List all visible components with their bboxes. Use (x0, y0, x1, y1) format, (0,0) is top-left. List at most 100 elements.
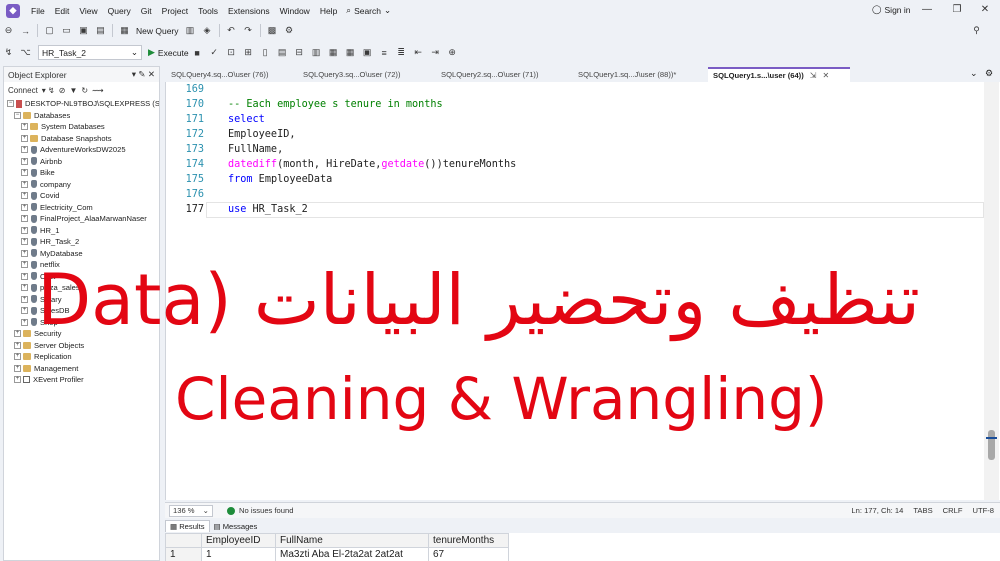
column-header[interactable]: FullName (275, 533, 429, 548)
tab-overflow-icon[interactable]: ⌄ (970, 68, 978, 79)
tab-results[interactable]: ▦ Results (165, 520, 210, 532)
cell-employee-id[interactable]: 1 (201, 547, 276, 561)
tree-server-node[interactable]: − DESKTOP-NL9TBOJ\SQLEXPRESS (SQL (4, 98, 159, 110)
connect-icon[interactable]: ▾ ↯ (42, 86, 55, 95)
expand-icon[interactable]: + (21, 146, 28, 154)
zoom-dropdown[interactable]: 136 % ⌄ (169, 504, 213, 517)
expand-icon[interactable]: + (14, 330, 21, 338)
tab-sqlquery1-modified[interactable]: SQLQuery1.sq...J\user (88))* (578, 67, 708, 82)
pin-icon[interactable]: ⇲ (810, 71, 817, 80)
menu-query[interactable]: Query (103, 6, 136, 16)
search-button[interactable]: ⌕ Search ⌄ (346, 5, 391, 16)
save-all-icon[interactable]: ▤ (94, 24, 107, 37)
minimize-button[interactable]: — (912, 2, 942, 18)
table-row[interactable]: 1 1 Ma3zti Aba El-2ta2at 2at2at 67 (165, 547, 509, 561)
tree-database-node[interactable]: + Electricity_Com (4, 202, 159, 214)
display-plan-icon[interactable]: ⊞ (242, 46, 255, 59)
back-icon[interactable]: ⊖ (2, 24, 15, 37)
results-to-text-icon[interactable]: ▦ (327, 46, 340, 59)
tab-sqlquery2[interactable]: SQLQuery2.sq...O\user (71)) (441, 67, 578, 82)
tree-database-node[interactable]: + FinalProject_AlaaMarwanNaser (4, 213, 159, 225)
tree-folder-node[interactable]: + System Databases (4, 121, 159, 133)
new-file-icon[interactable]: ▢ (43, 24, 56, 37)
activity-monitor-icon[interactable]: ▩ (266, 24, 279, 37)
intellisense-icon[interactable]: ▤ (276, 46, 289, 59)
menu-edit[interactable]: Edit (50, 6, 75, 16)
expand-icon[interactable]: + (21, 272, 28, 280)
row-number[interactable]: 1 (165, 547, 202, 561)
menu-file[interactable]: File (26, 6, 50, 16)
expand-icon[interactable]: + (21, 261, 28, 269)
indent-icon[interactable]: ⇥ (429, 46, 442, 59)
tab-messages[interactable]: ▤ Messages (210, 520, 262, 532)
expand-icon[interactable]: + (21, 180, 28, 188)
tree-database-node[interactable]: + Bike (4, 167, 159, 179)
column-header[interactable]: EmployeeID (201, 533, 276, 548)
close-icon[interactable]: ✕ (148, 69, 155, 79)
expand-icon[interactable]: + (14, 353, 21, 361)
tree-database-node[interactable]: + company (4, 179, 159, 191)
menu-help[interactable]: Help (315, 6, 342, 16)
tree-database-node[interactable]: + MyDatabase (4, 248, 159, 260)
connect-icon[interactable]: ↯ (2, 46, 15, 59)
expand-icon[interactable]: + (21, 123, 28, 131)
expand-icon[interactable]: + (21, 307, 28, 315)
include-plan-icon[interactable]: ⊟ (293, 46, 306, 59)
vertical-scrollbar[interactable] (984, 82, 999, 500)
expand-icon[interactable]: + (21, 203, 28, 211)
outdent-icon[interactable]: ⇤ (412, 46, 425, 59)
tree-database-node[interactable]: + HR_1 (4, 225, 159, 237)
expand-icon[interactable]: + (14, 341, 21, 349)
expand-icon[interactable]: + (21, 157, 28, 165)
indent-mode[interactable]: TABS (913, 506, 932, 515)
maximize-button[interactable]: ❐ (942, 2, 972, 18)
uncomment-icon[interactable]: ≣ (395, 46, 408, 59)
expand-icon[interactable]: + (21, 134, 28, 142)
column-header[interactable]: tenureMonths (428, 533, 509, 548)
parse-icon[interactable]: ✓ (208, 46, 221, 59)
row-header-corner[interactable] (165, 533, 202, 548)
menu-extensions[interactable]: Extensions (223, 6, 275, 16)
close-window-button[interactable]: ✕ (970, 2, 1000, 18)
results-to-file-icon[interactable]: ▣ (361, 46, 374, 59)
activity-icon[interactable]: ⟿ (92, 86, 103, 95)
new-query-button[interactable]: New Query (136, 26, 179, 36)
expand-icon[interactable]: + (21, 226, 28, 234)
expand-icon[interactable]: + (21, 169, 28, 177)
database-selector[interactable]: HR_Task_2 ⌄ (38, 45, 142, 60)
pin-icon[interactable]: ▾ ✎ (132, 69, 146, 79)
cell-full-name[interactable]: Ma3zti Aba El-2ta2at 2at2at (275, 547, 429, 561)
menu-git[interactable]: Git (136, 6, 157, 16)
client-stats-icon[interactable]: ▥ (310, 46, 323, 59)
comment-icon[interactable]: ≡ (378, 46, 391, 59)
line-ending[interactable]: CRLF (943, 506, 963, 515)
scrollbar-thumb[interactable] (988, 430, 995, 460)
settings-icon[interactable]: ⚙ (985, 68, 993, 79)
expand-icon[interactable]: + (21, 284, 28, 292)
tree-database-node[interactable]: + Covid (4, 190, 159, 202)
feedback-icon[interactable]: ⚲ (970, 24, 983, 37)
properties-icon[interactable]: ⚙ (283, 24, 296, 37)
change-connection-icon[interactable]: ⌥ (19, 46, 32, 59)
expand-icon[interactable]: + (14, 364, 21, 372)
tree-folder-node[interactable]: + Management (4, 363, 159, 375)
expand-icon[interactable]: + (21, 249, 28, 257)
tree-folder-node[interactable]: + Server Objects (4, 340, 159, 352)
tab-sqlquery3[interactable]: SQLQuery3.sq...O\user (72)) (303, 67, 441, 82)
query-options-icon[interactable]: ▯ (259, 46, 272, 59)
tab-sqlquery1-active[interactable]: SQLQuery1.s...\user (64)) ⇲ ✕ (708, 67, 850, 82)
menu-view[interactable]: View (74, 6, 102, 16)
debug-icon[interactable]: ⊡ (225, 46, 238, 59)
query-icon[interactable]: ▥ (184, 24, 197, 37)
tree-folder-node[interactable]: + Replication (4, 351, 159, 363)
cell-tenure-months[interactable]: 67 (428, 547, 509, 561)
analysis-icon[interactable]: ◈ (201, 24, 214, 37)
encoding[interactable]: UTF-8 (972, 506, 994, 515)
expand-icon[interactable]: + (21, 215, 28, 223)
tree-database-node[interactable]: + Airbnb (4, 156, 159, 168)
tree-folder-node[interactable]: + Database Snapshots (4, 133, 159, 145)
expand-icon[interactable]: + (21, 192, 28, 200)
expand-icon[interactable]: + (14, 376, 21, 384)
collapse-icon[interactable]: − (7, 100, 14, 108)
tree-database-node[interactable]: + HR_Task_2 (4, 236, 159, 248)
